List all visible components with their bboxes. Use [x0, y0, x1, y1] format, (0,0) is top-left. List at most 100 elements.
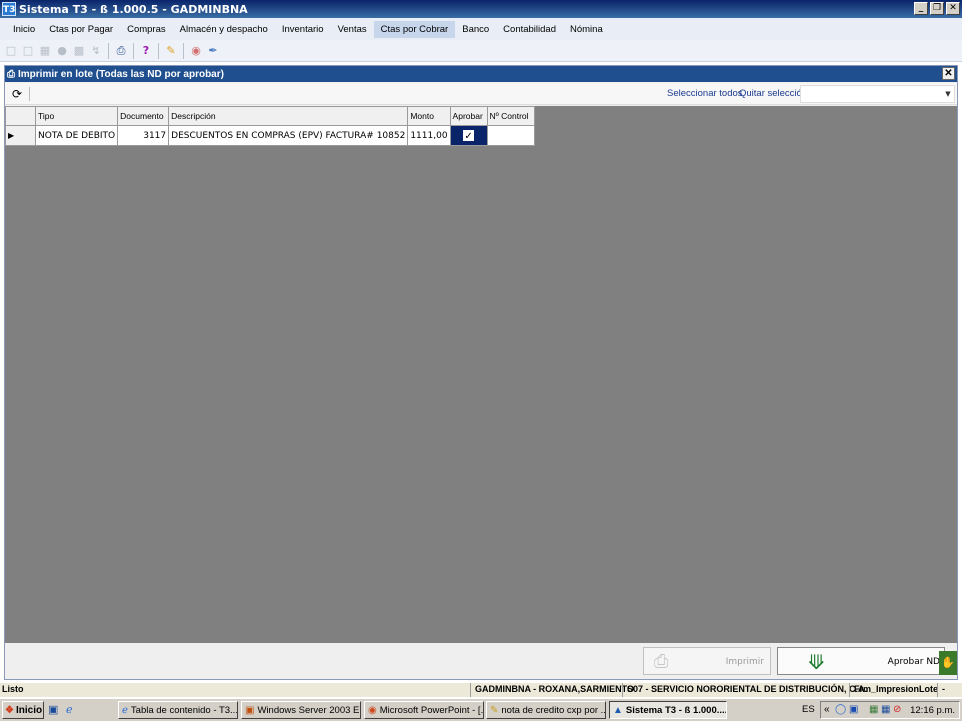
- eraser-icon[interactable]: ✎: [164, 44, 178, 58]
- clock[interactable]: 12:16 p.m.: [910, 705, 955, 716]
- start-button[interactable]: ❖ Inicio: [2, 701, 44, 719]
- clear-selection-link[interactable]: Quitar selección: [739, 88, 807, 99]
- security-alert-icon[interactable]: ⊘: [893, 704, 901, 715]
- filter-dropdown[interactable]: ▼: [800, 85, 955, 103]
- cell-descripcion[interactable]: DESCUENTOS EN COMPRAS (EPV) FACTURA# 108…: [168, 125, 409, 146]
- task-powerpoint[interactable]: ◉ Microsoft PowerPoint - [...: [364, 701, 484, 719]
- ie-icon[interactable]: ℯ: [66, 703, 73, 716]
- menu-nomina[interactable]: Nómina: [563, 21, 610, 38]
- stamp-icon[interactable]: ◉: [189, 44, 203, 58]
- t3-icon: ▲: [613, 704, 623, 716]
- delete-icon[interactable]: ▩: [72, 44, 86, 58]
- grid-area: Tipo Documento Descripción Monto Aprobar…: [5, 106, 957, 643]
- batch-print-title: Imprimir en lote (Todas las ND por aprob…: [18, 68, 224, 80]
- column-header-tipo[interactable]: Tipo: [34, 106, 119, 126]
- task-label: Sistema T3 - ß 1.000....: [625, 704, 727, 716]
- task-tabla-contenido[interactable]: ℯ Tabla de contenido - T3...: [118, 701, 238, 719]
- taskbar: ❖ Inicio ▣ ℯ ℯ Tabla de contenido - T3..…: [0, 698, 962, 721]
- bolt-icon[interactable]: ↯: [89, 44, 103, 58]
- toolbar-separator: [108, 42, 109, 59]
- status-bar: Listo GADMINBNA - ROXANA,SARMIENTO S07 -…: [0, 683, 962, 697]
- task-label: Windows Server 2003 En...: [257, 704, 360, 716]
- task-paint[interactable]: ✎ nota de credito cxp por ...: [486, 701, 606, 719]
- column-header-aprobar[interactable]: Aprobar: [449, 106, 488, 126]
- approve-checkbox[interactable]: ✓: [463, 129, 475, 142]
- cell-aprobar[interactable]: ✓: [449, 125, 488, 146]
- hand-icon: ✋: [939, 651, 957, 675]
- task-label: Microsoft PowerPoint - [...: [379, 704, 484, 716]
- show-desktop-icon[interactable]: ▣: [48, 703, 58, 716]
- network-icon[interactable]: ◯: [835, 704, 846, 715]
- approve-button-label: Aprobar ND: [887, 657, 940, 667]
- chevron-down-icon[interactable]: ▼: [943, 87, 953, 101]
- record-icon[interactable]: ●: [55, 44, 69, 58]
- status-user: GADMINBNA - ROXANA,SARMIENTO: [470, 683, 638, 697]
- menu-compras[interactable]: Compras: [120, 21, 173, 38]
- menu-bar: Inicio Ctas por Pagar Compras Almacén y …: [0, 18, 962, 40]
- print-button[interactable]: ⎙ Imprimir: [643, 647, 771, 675]
- menu-contabilidad[interactable]: Contabilidad: [496, 21, 563, 38]
- menu-ctas-por-pagar[interactable]: Ctas por Pagar: [42, 21, 120, 38]
- printer-icon: ⎙: [654, 651, 669, 672]
- menu-inicio[interactable]: Inicio: [6, 21, 42, 38]
- column-header-control[interactable]: Nº Control: [486, 106, 535, 126]
- cell-control[interactable]: [486, 125, 535, 146]
- language-indicator[interactable]: ES: [802, 704, 815, 715]
- network-icon[interactable]: ▦: [881, 704, 890, 715]
- task-sistema-t3[interactable]: ▲ Sistema T3 - ß 1.000....: [609, 701, 727, 719]
- powerpoint-icon: ◉: [368, 704, 377, 716]
- menu-inventario[interactable]: Inventario: [275, 21, 331, 38]
- maximize-button[interactable]: ❐: [930, 2, 944, 15]
- menu-almacen[interactable]: Almacén y despacho: [173, 21, 275, 38]
- print-button-label: Imprimir: [725, 657, 764, 667]
- menu-ctas-por-cobrar[interactable]: Ctas por Cobrar: [373, 20, 456, 38]
- window-icon: ▣: [245, 704, 255, 716]
- column-header-documento[interactable]: Documento: [117, 106, 170, 126]
- menu-banco[interactable]: Banco: [455, 21, 496, 38]
- row-header-cell: [5, 106, 36, 126]
- select-all-link[interactable]: Seleccionar todos: [667, 88, 743, 99]
- action-bar: ⎙ Imprimir ⟱ Aprobar ND ✋: [5, 643, 957, 679]
- refresh-icon[interactable]: ⟳: [9, 87, 25, 101]
- approve-nd-button[interactable]: ⟱ Aprobar ND: [777, 647, 945, 675]
- table-row[interactable]: ▶ NOTA DE DEBITO 3117 DESCUENTOS EN COMP…: [5, 125, 535, 146]
- column-header-monto[interactable]: Monto: [407, 106, 451, 126]
- column-header-descripcion[interactable]: Descripción: [168, 106, 409, 126]
- arrow-down-icon: ⟱: [808, 650, 825, 674]
- help-icon[interactable]: ?: [139, 44, 153, 58]
- close-window-button[interactable]: ✕: [942, 67, 955, 80]
- open-icon[interactable]: □: [21, 44, 35, 58]
- close-button[interactable]: ✕: [946, 2, 960, 15]
- status-form: Frm_ImpresionLote: [849, 683, 942, 697]
- toolbar-separator: [158, 42, 159, 59]
- documents-grid: Tipo Documento Descripción Monto Aprobar…: [5, 106, 535, 146]
- toolbar-separator: [29, 86, 30, 101]
- app-logo-icon: T3: [2, 2, 16, 16]
- cell-monto[interactable]: 1111,00: [407, 125, 451, 146]
- pen-icon[interactable]: ✒: [206, 44, 220, 58]
- device-icon[interactable]: ▦: [869, 704, 878, 715]
- minimize-button[interactable]: _: [914, 2, 928, 15]
- task-windows-server[interactable]: ▣ Windows Server 2003 En...: [241, 701, 361, 719]
- main-toolbar: □ □ ▦ ● ▩ ↯ ⎙ ? ✎ ◉ ✒: [0, 40, 962, 62]
- batch-print-titlebar: ⎙ Imprimir en lote (Todas las ND por apr…: [5, 66, 957, 82]
- printer-icon: ⎙: [7, 68, 15, 80]
- cell-documento[interactable]: 3117: [117, 125, 170, 146]
- save-icon[interactable]: ▦: [38, 44, 52, 58]
- cell-tipo[interactable]: NOTA DE DEBITO: [34, 125, 119, 146]
- paint-icon: ✎: [490, 704, 499, 716]
- new-icon[interactable]: □: [4, 44, 18, 58]
- toolbar-separator: [133, 42, 134, 59]
- system-tray: « ◯ ▣ ▦ ▦ ⊘ 12:16 p.m.: [820, 701, 960, 719]
- row-selector-icon[interactable]: ▶: [5, 125, 36, 146]
- tray-expand-icon[interactable]: «: [824, 704, 830, 715]
- menu-ventas[interactable]: Ventas: [331, 21, 374, 38]
- ie-icon: ℯ: [122, 704, 128, 716]
- monitor-icon[interactable]: ▣: [849, 704, 858, 715]
- batch-print-window: ⎙ Imprimir en lote (Todas las ND por apr…: [4, 65, 958, 680]
- print-icon[interactable]: ⎙: [114, 44, 128, 58]
- status-extra: -: [937, 683, 949, 697]
- task-label: nota de credito cxp por ...: [501, 704, 606, 716]
- toolbar-separator: [183, 42, 184, 59]
- batch-print-toolbar: ⟳ Seleccionar todos Quitar selección ▼: [5, 83, 957, 105]
